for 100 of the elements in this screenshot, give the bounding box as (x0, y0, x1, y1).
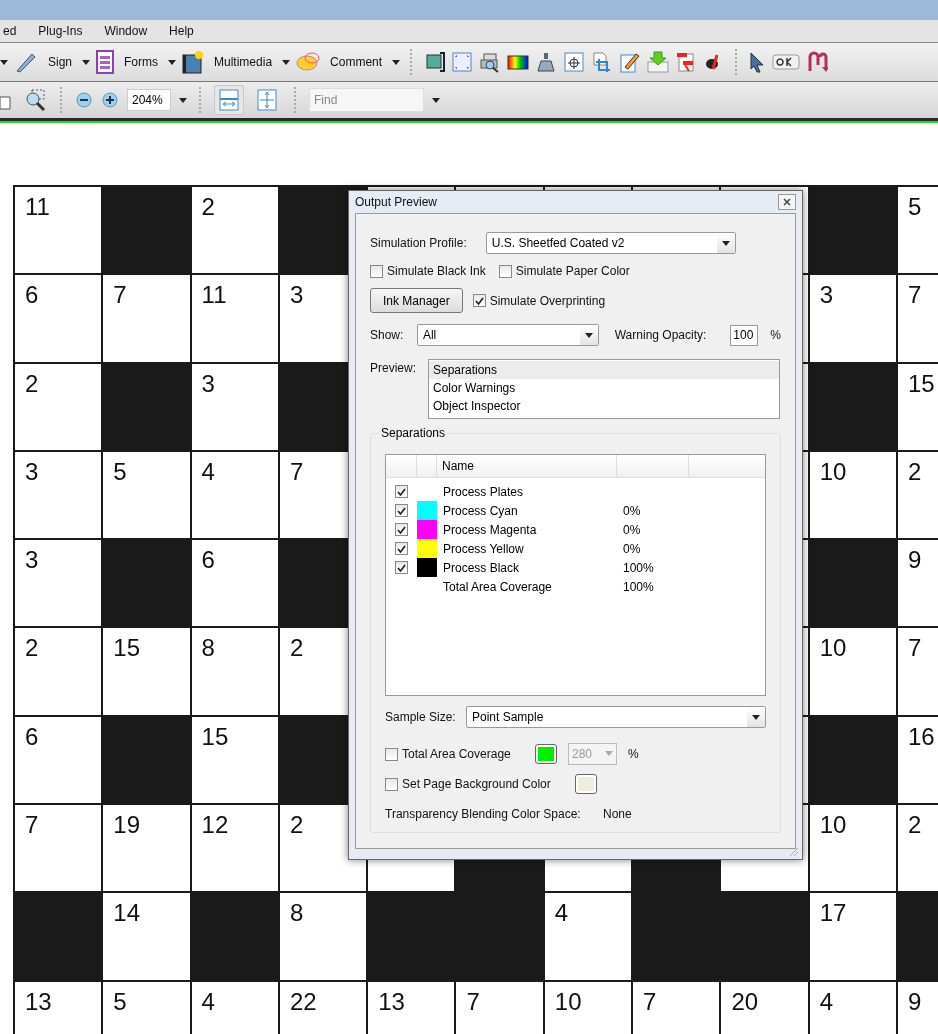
zoom-out-icon[interactable] (75, 91, 93, 109)
caret-icon[interactable] (432, 97, 440, 103)
checkbox[interactable] (395, 485, 408, 498)
zoom-field[interactable]: 204% (127, 89, 171, 111)
checkbox[interactable]: Simulate Overprinting (472, 293, 606, 308)
plate-name: Process Plates (442, 484, 525, 499)
grid-cell: 22 (279, 981, 367, 1034)
checkbox[interactable] (395, 561, 408, 574)
caret-icon[interactable] (168, 59, 177, 65)
menu-item[interactable]: Window (101, 24, 151, 38)
grid-cell: 2 (15, 363, 102, 450)
crop-marks-icon[interactable] (451, 51, 474, 73)
grid-cell: 13 (15, 981, 102, 1034)
form-icon[interactable] (96, 50, 115, 74)
dropdown-arrow-icon (752, 714, 760, 720)
grid-cell: 2 (15, 628, 102, 715)
menu-item[interactable]: ed (0, 24, 20, 38)
field-label: Sample Size: (385, 710, 457, 724)
grid-cell: 4 (809, 981, 896, 1034)
grid-cell: 15 (897, 363, 938, 450)
show-dropdown[interactable]: All (416, 324, 599, 346)
target-icon[interactable] (563, 51, 586, 73)
plate-name: Process Yellow (442, 541, 525, 556)
grid-cell: 19 (103, 805, 190, 892)
grid-cell: 2 (897, 805, 938, 892)
grid-cell: 4 (191, 451, 278, 539)
close-button[interactable] (778, 194, 796, 210)
field-value: None (603, 807, 632, 821)
grid-cell: 7 (897, 628, 938, 715)
caret-icon[interactable] (282, 59, 291, 65)
caret-icon[interactable] (0, 59, 8, 65)
grid-cell: 2 (897, 451, 938, 539)
coverage-value: 0% (623, 522, 641, 537)
menu-item[interactable]: Help (166, 24, 197, 38)
caret-icon[interactable] (392, 59, 401, 65)
checkmark-icon (474, 296, 484, 305)
ink-bottle-icon[interactable] (535, 51, 558, 73)
checkbox[interactable]: Set Page Background Color (385, 777, 576, 791)
grid-cell: 20 (721, 981, 808, 1034)
toolbar-menu-button[interactable]: Multimedia (210, 55, 277, 69)
zoom-marquee-icon[interactable] (24, 88, 48, 112)
toolbar-menu-button[interactable]: Sign (44, 55, 77, 69)
plate-name: Process Magenta (442, 522, 538, 537)
coverage-value: 0% (623, 541, 641, 556)
u-turn-arrow-icon[interactable] (806, 51, 829, 73)
coverage-value: 100% (623, 579, 654, 594)
resize-grip-icon[interactable] (789, 847, 799, 857)
color-swatch[interactable] (576, 775, 596, 793)
checkbox[interactable] (395, 542, 408, 555)
ink-manager-button[interactable]: Ink Manager (370, 288, 463, 313)
grid-cell: 5 (897, 187, 938, 274)
grid-cell: 7 (15, 805, 102, 892)
opacity-field[interactable]: 100 (730, 324, 759, 346)
grid-cell: 17 (809, 893, 896, 980)
checkmark-icon (397, 506, 406, 515)
grid-cell: 7 (456, 981, 543, 1034)
grid-cell: 11 (15, 187, 102, 274)
list-item[interactable]: Object Inspector (429, 397, 779, 415)
frame-icon[interactable] (423, 51, 446, 73)
menu-item[interactable]: Plug-Ins (35, 24, 86, 38)
film-icon[interactable] (182, 50, 205, 74)
toolbar-menu-button[interactable]: Comment (326, 55, 387, 69)
field-label: Show: (370, 328, 405, 342)
zoom-in-icon[interactable] (101, 91, 119, 109)
grid-cell: 15 (191, 716, 278, 804)
checkbox[interactable]: Simulate Paper Color (498, 264, 630, 278)
grid-cell: 7 (633, 981, 720, 1034)
checkmark-icon (397, 487, 406, 496)
checkbox[interactable]: Simulate Black Ink (370, 264, 486, 278)
coverage-value: 100% (623, 560, 654, 575)
grid-cell: 4 (544, 893, 632, 980)
grid-cell: 3 (809, 275, 896, 362)
checkbox[interactable] (395, 523, 408, 536)
coverage-value: 0% (623, 503, 641, 518)
grid-cell: 3 (15, 451, 102, 539)
group-title: Separations (379, 426, 448, 440)
grid-cell: 9 (897, 981, 938, 1034)
toolbar-menu-button[interactable]: Forms (120, 55, 163, 69)
grid-cell: 15 (103, 628, 190, 715)
checkmark-icon (397, 544, 406, 553)
sample-size-dropdown[interactable]: Point Sample (466, 706, 766, 728)
list-item[interactable]: Separations (429, 361, 779, 379)
grid-cell: 7 (897, 275, 938, 362)
grid-cell: 9 (897, 540, 938, 627)
caret-icon[interactable] (179, 97, 187, 103)
plate-name: Total Area Coverage (442, 579, 553, 594)
ok-key-icon[interactable] (772, 54, 801, 70)
grid-cell: 6 (15, 275, 102, 362)
caret-icon[interactable] (82, 59, 91, 65)
download-icon[interactable] (647, 51, 670, 73)
grid-cell: 14 (103, 893, 190, 980)
checkbox[interactable] (395, 504, 408, 517)
pencil-icon[interactable] (619, 51, 642, 73)
plate-name: Process Black (442, 560, 521, 575)
find-field[interactable]: Find (309, 88, 424, 112)
profile-dropdown[interactable]: U.S. Sheetfed Coated v2 (485, 232, 736, 254)
grid-cell: 3 (191, 363, 278, 450)
grid-cell: 10 (809, 805, 896, 892)
view-button[interactable] (214, 85, 244, 115)
list-item[interactable]: Color Warnings (429, 379, 779, 397)
